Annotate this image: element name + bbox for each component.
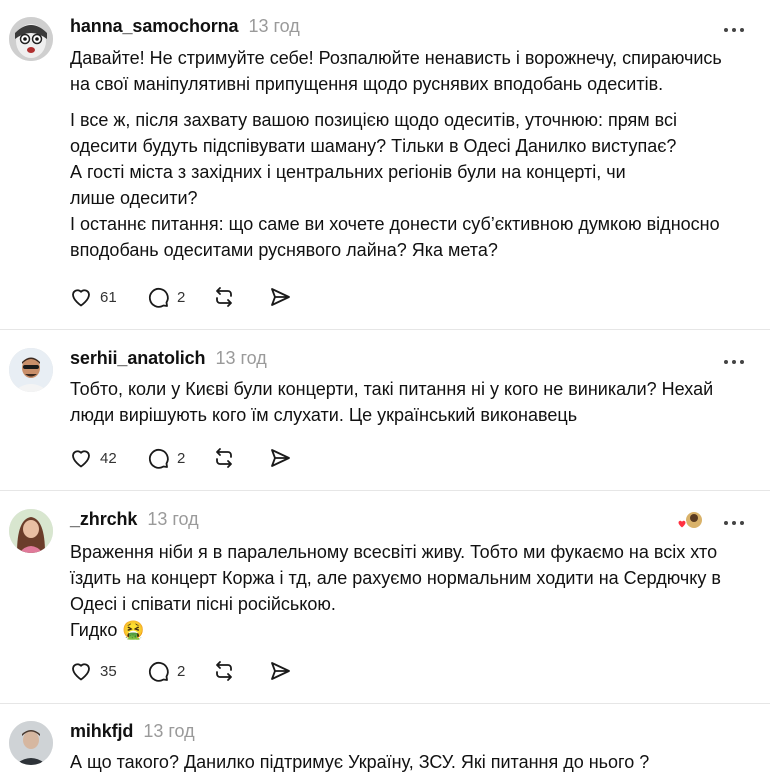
reply-post: serhii_anatolich 13 год Тобто, коли у Ки… <box>0 330 770 491</box>
reply-post: mihkfjd 13 год А що такого? Данилко підт… <box>0 704 770 783</box>
like-count: 35 <box>100 662 117 680</box>
share-button[interactable] <box>268 279 308 315</box>
liked-by-author-avatar-icon <box>677 512 702 529</box>
reply-count: 2 <box>177 288 186 306</box>
paper-plane-icon <box>271 449 290 467</box>
like-button[interactable]: 42 <box>66 440 146 476</box>
text-line: їздить на концерт Коржа і тд, але рахуєм… <box>70 568 721 588</box>
speech-bubble-icon <box>148 287 169 308</box>
avatar-image <box>9 509 53 553</box>
timestamp[interactable]: 13 год <box>215 348 266 369</box>
text-line: І останнє питання: що саме ви хочете дон… <box>70 214 720 234</box>
post-text: А що такого? Данилко підтримує Україну, … <box>70 749 752 775</box>
reply-count: 2 <box>177 449 186 467</box>
avatar[interactable] <box>9 17 53 61</box>
three-dots-icon <box>724 28 744 32</box>
avatar-image <box>9 348 53 392</box>
text-line: лише одесити? <box>70 188 198 208</box>
post-actions: 61 2 <box>66 279 308 315</box>
repost-button[interactable] <box>212 279 268 315</box>
repost-arrows-icon <box>216 448 232 468</box>
speech-bubble-icon <box>148 661 169 682</box>
text-line: Давайте! Не стримуйте себе! Розпалюйте н… <box>70 48 722 68</box>
text-line: Гидко 🤮 <box>70 620 145 640</box>
three-dots-icon <box>724 360 744 364</box>
paper-plane-icon <box>271 662 290 680</box>
heart-outline-icon <box>72 450 90 468</box>
replies-feed: hanna_samochorna 13 год Давайте! Не стри… <box>0 0 770 783</box>
repost-button[interactable] <box>212 440 268 476</box>
text-line: Враження ніби я в паралельному всесвіті … <box>70 542 718 562</box>
avatar[interactable] <box>9 509 53 553</box>
three-dots-icon <box>724 521 744 525</box>
paper-plane-icon <box>271 288 290 306</box>
text-line: на свої маніпулятивні припущення щодо ру… <box>70 74 664 94</box>
repost-arrows-icon <box>216 661 232 681</box>
reply-button[interactable]: 2 <box>146 653 212 689</box>
share-button[interactable] <box>268 653 308 689</box>
like-button[interactable]: 35 <box>66 653 146 689</box>
like-count: 61 <box>100 288 117 306</box>
share-button[interactable] <box>268 440 308 476</box>
post-header: mihkfjd 13 год <box>70 721 195 742</box>
post-text: Тобто, коли у Києві були концерти, такі … <box>70 376 752 428</box>
avatar-image <box>9 17 53 61</box>
more-options-button[interactable] <box>722 513 746 533</box>
more-options-button[interactable] <box>722 20 746 40</box>
heart-outline-icon <box>72 663 90 681</box>
avatar[interactable] <box>9 348 53 392</box>
timestamp[interactable]: 13 год <box>143 721 194 742</box>
reply-count: 2 <box>177 662 186 680</box>
text-line: А гості міста з західних і центральних р… <box>70 162 626 182</box>
repost-button[interactable] <box>212 653 268 689</box>
liked-by-author-indicator[interactable] <box>677 511 704 531</box>
like-count: 42 <box>100 449 117 467</box>
avatar-image <box>9 721 53 765</box>
reply-button[interactable]: 2 <box>146 279 212 315</box>
timestamp[interactable]: 13 год <box>248 16 299 37</box>
post-header: _zhrchk 13 год <box>70 509 199 530</box>
repost-arrows-icon <box>216 287 232 307</box>
text-line: Тобто, коли у Києві були концерти, такі … <box>70 379 714 399</box>
post-header: hanna_samochorna 13 год <box>70 16 300 37</box>
reply-button[interactable]: 2 <box>146 440 212 476</box>
post-text: Враження ніби я в паралельному всесвіті … <box>70 539 752 643</box>
username[interactable]: serhii_anatolich <box>70 348 206 369</box>
post-header: serhii_anatolich 13 год <box>70 348 267 369</box>
like-button[interactable]: 61 <box>66 279 146 315</box>
reply-post: _zhrchk 13 год Враження ніби я в паралел… <box>0 491 770 704</box>
post-actions: 35 2 <box>66 653 308 689</box>
username[interactable]: _zhrchk <box>70 509 137 530</box>
speech-bubble-icon <box>148 448 169 469</box>
username[interactable]: hanna_samochorna <box>70 16 239 37</box>
heart-outline-icon <box>72 289 90 307</box>
post-actions: 42 2 <box>66 440 308 476</box>
text-line: вподобань одеситами руснявого лайна? Яка… <box>70 240 498 260</box>
post-text: Давайте! Не стримуйте себе! Розпалюйте н… <box>70 45 752 263</box>
text-line: люди вирішують кого їм слухати. Це украї… <box>70 405 578 425</box>
text-line: Одесі і співати пісні російською. <box>70 594 336 614</box>
text-line: одесити будуть підспівувати шаману? Тіль… <box>70 136 677 156</box>
text-line: І все ж, після захвату вашою позицією що… <box>70 110 678 130</box>
timestamp[interactable]: 13 год <box>147 509 198 530</box>
username[interactable]: mihkfjd <box>70 721 133 742</box>
avatar[interactable] <box>9 721 53 765</box>
more-options-button[interactable] <box>722 352 746 372</box>
reply-post: hanna_samochorna 13 год Давайте! Не стри… <box>0 0 770 330</box>
text-line: А що такого? Данилко підтримує Україну, … <box>70 752 650 772</box>
